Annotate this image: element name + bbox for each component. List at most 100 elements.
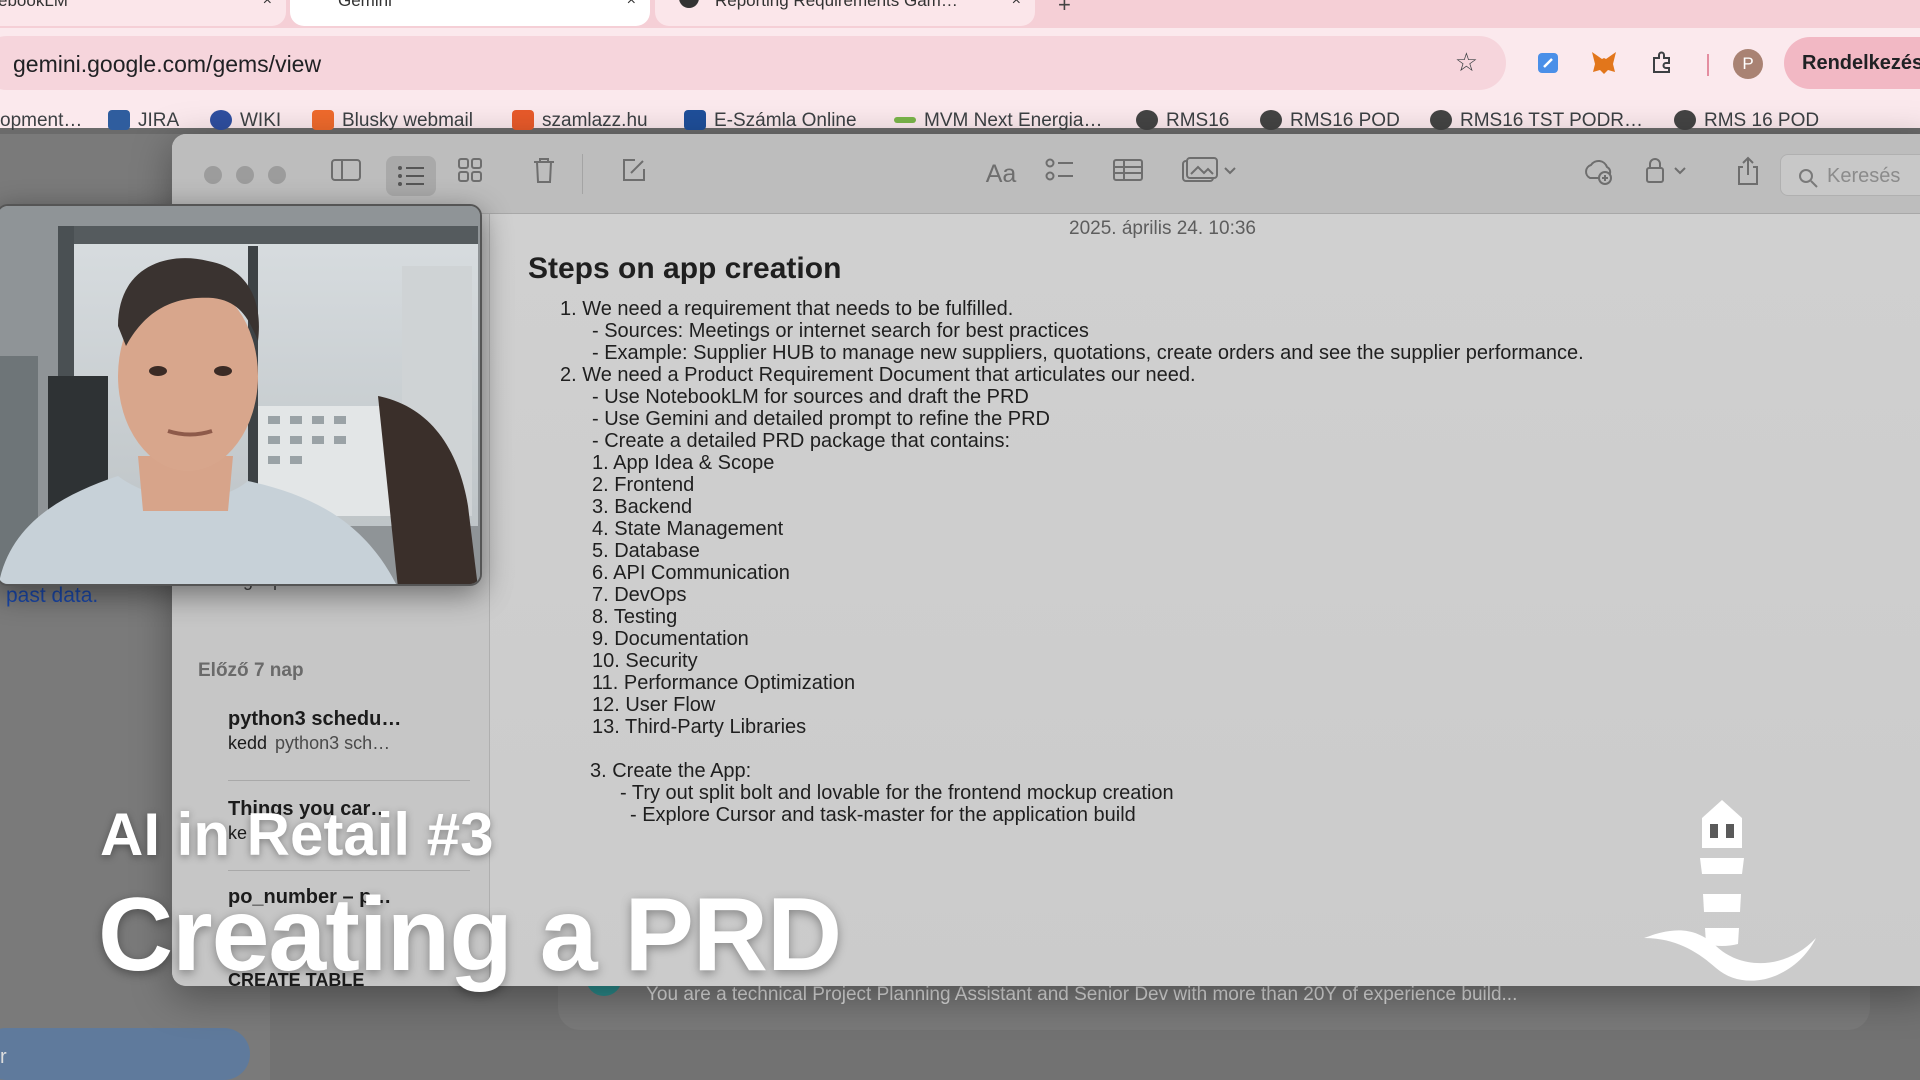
note-body-line: 12. User Flow bbox=[592, 694, 716, 716]
new-tab-button[interactable]: + bbox=[1058, 0, 1071, 18]
extension-link-icon[interactable] bbox=[1534, 50, 1562, 78]
close-icon[interactable]: × bbox=[627, 0, 636, 9]
section-header: Előző 7 nap bbox=[198, 660, 304, 681]
bookmark-item[interactable]: MVM Next Energia… bbox=[894, 110, 1102, 132]
note-body-line: 1. App Idea & Scope bbox=[592, 452, 775, 474]
address-bar[interactable]: gemini.google.com/gems/view ☆ bbox=[0, 36, 1506, 90]
close-icon[interactable]: × bbox=[1012, 0, 1021, 9]
lock-icon[interactable] bbox=[1642, 156, 1698, 193]
extensions-puzzle-icon[interactable] bbox=[1648, 50, 1676, 78]
close-window-button[interactable] bbox=[204, 166, 222, 184]
list-view-icon[interactable] bbox=[386, 156, 436, 196]
notes-search-field[interactable]: Keresés bbox=[1780, 154, 1920, 196]
note-body-line: - Example: Supplier HUB to manage new su… bbox=[592, 342, 1584, 364]
bookmark-item[interactable]: RMS16 TST PODR… bbox=[1430, 110, 1643, 132]
note-body-line: 9. Documentation bbox=[592, 628, 749, 650]
mvm-icon bbox=[894, 117, 916, 123]
media-icon[interactable] bbox=[1180, 156, 1242, 193]
trash-icon[interactable] bbox=[524, 156, 564, 193]
tab-gemini[interactable]: Gemini × bbox=[290, 0, 650, 26]
bookmark-item[interactable]: WIKI bbox=[210, 110, 281, 132]
bookmarks-bar: opment… JIRA WIKI Blusky webmail szamlaz… bbox=[0, 108, 1920, 134]
note-body-line: 10. Security bbox=[592, 650, 698, 672]
tab-label: Gemini bbox=[338, 0, 392, 10]
sidebar-toggle-icon[interactable] bbox=[326, 156, 366, 192]
bookmark-item[interactable]: opment… bbox=[0, 110, 82, 132]
bookmark-item[interactable]: JIRA bbox=[108, 110, 179, 132]
list-divider bbox=[228, 780, 470, 781]
note-body-line: - Create a detailed PRD package that con… bbox=[592, 430, 1011, 452]
tab-reporting-requirements[interactable]: Reporting Requirements Gam… × bbox=[655, 0, 1035, 26]
bookmark-item[interactable]: RMS16 bbox=[1136, 110, 1229, 132]
bookmark-item[interactable]: RMS 16 POD bbox=[1674, 110, 1819, 132]
search-placeholder: Keresés bbox=[1827, 165, 1901, 187]
szamlazz-icon bbox=[512, 110, 534, 130]
bookmark-item[interactable]: Blusky webmail bbox=[312, 110, 473, 132]
gemini-sidebar-pill[interactable] bbox=[0, 1028, 250, 1080]
metamask-icon[interactable] bbox=[1590, 50, 1618, 78]
note-body-line: 8. Testing bbox=[592, 606, 678, 628]
note-date-header: 2025. április 24. 10:36 bbox=[1069, 218, 1256, 239]
toolbar-separator bbox=[1707, 54, 1709, 76]
note-body-line: 2. We need a Product Requirement Documen… bbox=[560, 364, 1196, 386]
list-item[interactable]: python3 schedu… kedd python3 sch… bbox=[228, 708, 448, 754]
note-body-line: 11. Performance Optimization bbox=[592, 672, 856, 694]
note-body-line: 2. Frontend bbox=[592, 474, 695, 496]
tab-label: ebookLM bbox=[0, 0, 68, 10]
notes-toolbar: Aa Keresés bbox=[172, 134, 1920, 214]
zoom-window-button[interactable] bbox=[268, 166, 286, 184]
note-body-line: - Use NotebookLM for sources and draft t… bbox=[592, 386, 1029, 408]
tab-notebooklm[interactable]: ebookLM × bbox=[0, 0, 286, 26]
note-title: Steps on app creation bbox=[528, 252, 842, 285]
note-body-line: 7. DevOps bbox=[592, 584, 687, 606]
rendelkezes-button[interactable]: Rendelkezés bbox=[1784, 37, 1920, 89]
note-preview: python3 sch… bbox=[275, 733, 391, 753]
minimize-window-button[interactable] bbox=[236, 166, 254, 184]
format-text-icon[interactable]: Aa bbox=[976, 156, 1026, 192]
profile-avatar[interactable]: P bbox=[1733, 49, 1763, 79]
bookmark-label: RMS16 POD bbox=[1290, 110, 1400, 131]
close-icon[interactable]: × bbox=[263, 0, 272, 9]
table-icon[interactable] bbox=[1108, 156, 1148, 192]
search-icon bbox=[1797, 161, 1819, 195]
note-title: python3 schedu… bbox=[228, 708, 402, 730]
cpanel-icon bbox=[312, 110, 334, 130]
eszamla-icon bbox=[684, 110, 706, 130]
note-date: kedd bbox=[228, 733, 268, 753]
note-body-line: - Sources: Meetings or internet search f… bbox=[592, 320, 1089, 342]
bookmark-label: WIKI bbox=[240, 110, 282, 131]
tab-strip: ebookLM × Gemini × Reporting Requirement… bbox=[0, 0, 1920, 28]
globe-icon bbox=[1260, 110, 1282, 130]
star-icon[interactable]: ☆ bbox=[1455, 47, 1478, 78]
video-main-title: Creating a PRD bbox=[98, 877, 842, 993]
browser-toolbar: gemini.google.com/gems/view ☆ P Rendelke… bbox=[0, 28, 1920, 131]
note-body-line: 6. API Communication bbox=[592, 562, 790, 584]
note-body-line: - Explore Cursor and task-master for the… bbox=[630, 804, 1136, 826]
video-series-title: AI in Retail #3 bbox=[100, 801, 494, 868]
url-text[interactable]: gemini.google.com/gems/view bbox=[13, 51, 321, 78]
note-body-line: 13. Third-Party Libraries bbox=[592, 716, 807, 738]
compose-icon[interactable] bbox=[614, 156, 654, 192]
bookmark-item[interactable]: szamlazz.hu bbox=[512, 110, 648, 132]
share-icon[interactable] bbox=[1728, 156, 1768, 195]
bookmark-label: Blusky webmail bbox=[342, 110, 473, 131]
note-body-line: 3. Create the App: bbox=[590, 760, 752, 782]
checklist-icon[interactable] bbox=[1040, 156, 1080, 192]
bookmark-label: RMS 16 POD bbox=[1704, 110, 1820, 131]
toolbar-divider bbox=[582, 154, 583, 194]
bookmark-item[interactable]: RMS16 POD bbox=[1260, 110, 1400, 132]
confluence-icon bbox=[210, 110, 232, 130]
bookmark-label: RMS16 bbox=[1166, 110, 1230, 131]
globe-icon bbox=[1136, 110, 1158, 130]
bookmark-item[interactable]: E-Számla Online bbox=[684, 110, 857, 132]
list-divider bbox=[228, 870, 470, 871]
note-body-line: - Try out split bolt and lovable for the… bbox=[620, 782, 1174, 804]
past-data-link[interactable]: past data. bbox=[6, 584, 98, 608]
gallery-view-icon[interactable] bbox=[450, 156, 490, 192]
bookmark-label: opment… bbox=[0, 110, 83, 131]
bookmark-label: RMS16 TST PODR… bbox=[1460, 110, 1644, 131]
globe-icon bbox=[1430, 110, 1452, 130]
note-body-line: 1. We need a requirement that needs to b… bbox=[560, 298, 1014, 320]
globe-icon bbox=[1674, 110, 1696, 130]
collaborate-icon[interactable] bbox=[1578, 156, 1618, 195]
